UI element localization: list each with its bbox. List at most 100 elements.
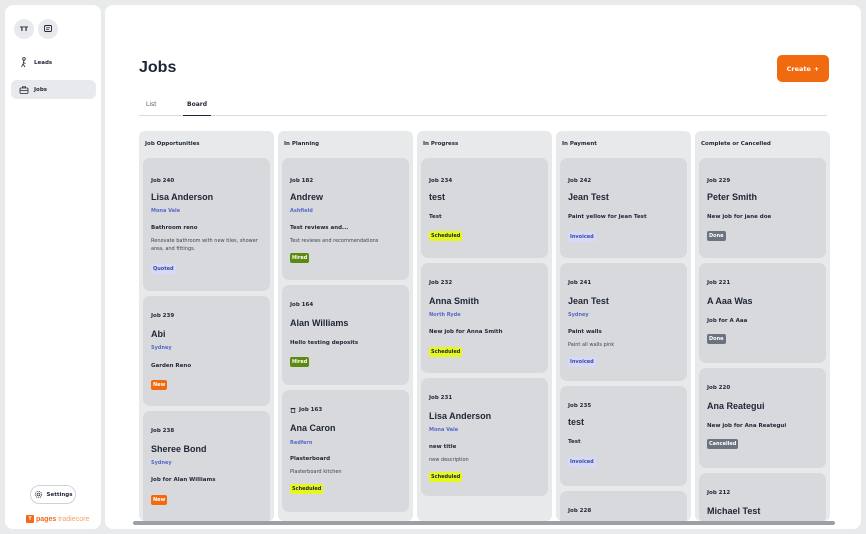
status-badge: Done [707,231,726,241]
status-badge: Invoiced [568,457,596,467]
view-tabs: List Board [139,100,827,116]
status-badge: Cancelled [707,439,739,449]
sidebar: TT Leads Jobs Settings Y pages tradiecore [5,5,101,529]
customer-name: Lisa Anderson [429,411,492,421]
column-title: Complete or Cancelled [701,141,771,147]
status-badge: Scheduled [429,347,463,357]
job-card[interactable]: Job 242 Jean Test Paint yellow for Jean Te… [560,158,687,258]
job-id: Job 229 [707,178,731,184]
job-id: Job 163 [290,407,322,413]
customer-name: test [568,417,585,427]
board-column: In Payment Job 242 Jean Test Paint yellow f… [556,131,691,521]
job-id: Job 231 [429,395,453,401]
job-id: Job 220 [707,385,731,391]
sidebar-item-leads[interactable]: Leads [11,53,96,72]
page-title: Jobs [139,59,177,76]
chat-icon[interactable] [38,19,58,39]
column-title: In Progress [423,141,459,147]
job-card[interactable]: Job 163 Ana Caron Redfern Plasterboard Plast… [282,390,409,512]
status-badge: Quoted [151,264,176,274]
tab-list[interactable]: List [146,101,157,116]
toolbox-icon [19,85,29,94]
job-card[interactable]: Job 229 Peter Smith New job for jane doe Do… [699,158,826,258]
status-badge: Done [707,334,726,344]
job-card[interactable]: Job 238 Sheree Bond Sydney Job for Alan Wil… [143,411,270,521]
job-id: Job 221 [707,280,731,286]
status-badge: Scheduled [290,484,324,494]
tab-board[interactable]: Board [183,101,211,116]
customer-name: Alan Williams [290,318,349,328]
job-description: Plasterboard kitchen [290,469,342,475]
main-content: Jobs Create + List Board Job Opportuniti… [105,5,861,529]
job-id: Job 164 [290,302,314,308]
customer-name: Anna Smith [429,296,480,306]
job-title: Job for Alan Williams [151,477,216,483]
job-id: Job 212 [707,490,731,496]
job-id: Job 182 [290,178,314,184]
job-id: Job 241 [568,280,592,286]
status-badge: Hired [290,357,310,367]
job-title: Job for A Aaa [707,318,748,324]
sidebar-item-label: Jobs [34,86,48,93]
create-button[interactable]: Create + [777,55,829,82]
job-card[interactable]: Job 234 test Test Scheduled [421,158,548,258]
settings-button[interactable]: Settings [30,485,76,504]
job-card[interactable]: Job 231 Lisa Anderson Mona Vale new title ne… [421,378,548,496]
job-id: Job 234 [429,178,453,184]
job-description: Paint all walls pink [568,342,615,348]
job-card[interactable]: Job 182 Andrew Ashfield Test reviews and...… [282,158,409,280]
customer-name: Peter Smith [707,192,758,202]
job-card[interactable]: Job 239 Abi Sydney Garden Reno New [143,296,270,406]
settings-label: Settings [46,491,73,498]
job-title: Paint yellow for Jean Test [568,214,647,220]
brand-logo: Y pages tradiecore [26,515,89,523]
job-id: Job 232 [429,280,453,286]
job-card[interactable]: Job 212 Michael Test [699,473,826,521]
job-card[interactable]: Job 232 Anna Smith North Ryde New job for A… [421,263,548,373]
board-column: Complete or Cancelled Job 229 Peter Smith N… [695,131,830,521]
status-badge: New [151,495,168,505]
sidebar-item-jobs[interactable]: Jobs [11,80,96,99]
customer-name: Sheree Bond [151,444,207,454]
gear-icon [34,490,42,499]
customer-name: Jean Test [568,192,609,202]
customer-name: Lisa Anderson [151,192,214,202]
status-badge: Invoiced [568,357,596,367]
job-card[interactable]: Job 221 A Aaa Was Job for A Aaa Done [699,263,826,363]
avatar[interactable]: TT [14,19,34,39]
customer-name: Abi [151,329,166,339]
job-card[interactable]: Job 164 Alan Williams Hello testing deposi… [282,285,409,385]
job-title: New job for jane doe [707,214,772,220]
board-column: Job Opportunities Job 240 Lisa Anderson Mon… [139,131,274,521]
job-card[interactable]: Job 240 Lisa Anderson Mona Vale Bathroom re… [143,158,270,291]
job-id: Job 235 [568,403,592,409]
trash-icon[interactable] [290,407,296,413]
job-title: Test [429,214,442,220]
column-title: Job Opportunities [145,141,200,147]
job-location: Sydney [568,312,589,318]
job-description: Test reviews and recommendations [290,238,379,244]
job-title: Paint walls [568,329,602,335]
job-id: Job 238 [151,428,175,434]
job-card[interactable]: Job 235 test Test Invoiced [560,386,687,486]
job-card[interactable]: Job 220 Ana Reategui New job for Ana Reate… [699,368,826,468]
customer-name: Andrew [290,192,324,202]
job-location: Mona Vale [429,427,459,433]
job-id: Job 240 [151,178,175,184]
job-title: Plasterboard [290,456,331,462]
customer-name: Jean Test [568,296,609,306]
status-badge: Invoiced [568,232,596,242]
job-card[interactable]: Job 241 Jean Test Sydney Paint walls Paint a… [560,263,687,381]
job-location: Sydney [151,345,172,351]
job-location: Sydney [151,460,172,466]
sidebar-item-label: Leads [34,59,53,66]
customer-name: Ana Caron [290,423,336,433]
job-title: New job for Anna Smith [429,329,503,335]
job-description: new description [429,457,469,463]
job-card[interactable]: Job 228 [560,491,687,521]
job-title: Bathroom reno [151,225,198,231]
job-location: North Ryde [429,312,461,318]
job-location: Redfern [290,440,313,446]
horizontal-scrollbar[interactable] [133,521,835,525]
customer-name: Michael Test [707,506,761,516]
